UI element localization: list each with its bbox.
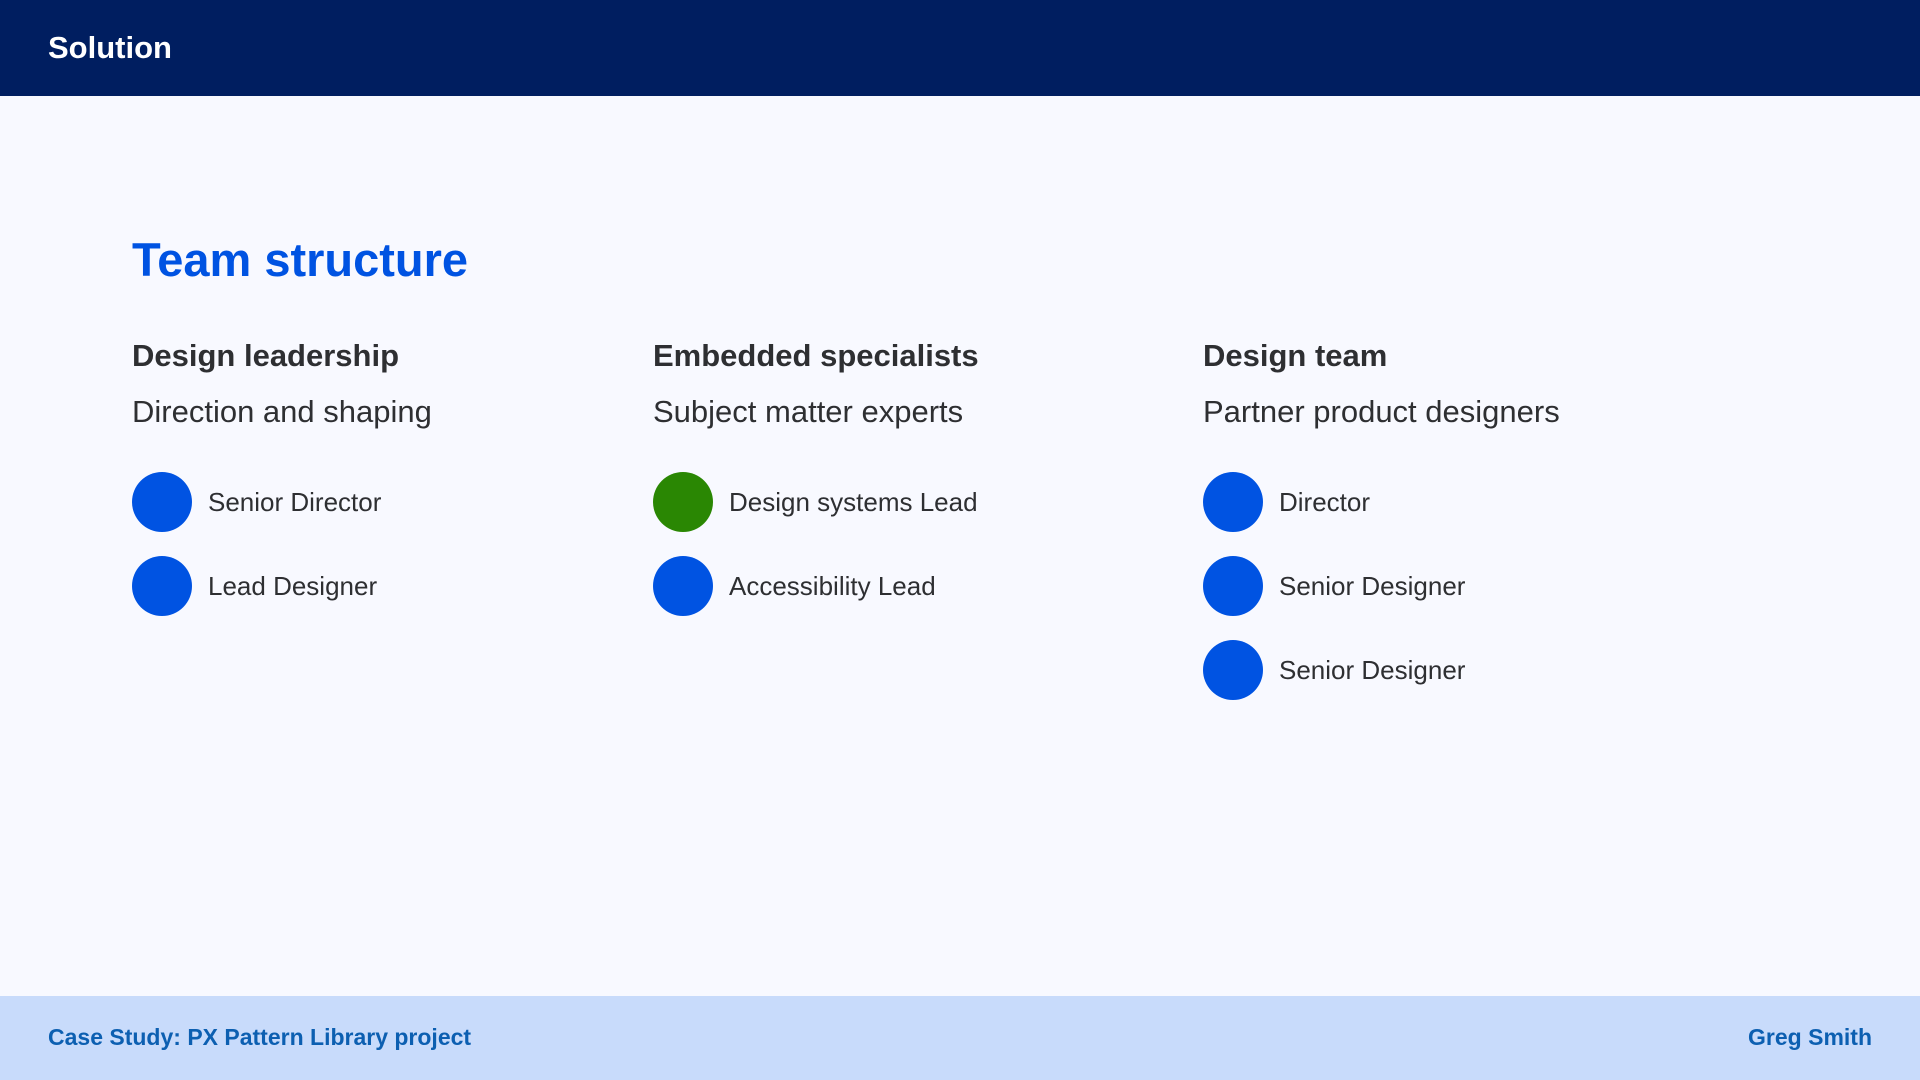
avatar — [1203, 472, 1263, 532]
avatar — [1203, 556, 1263, 616]
list-item: Accessibility Lead — [653, 556, 979, 616]
member-name: Design systems Lead — [729, 487, 978, 517]
list-item: Lead Designer — [132, 556, 432, 616]
avatar — [653, 556, 713, 616]
footer-project-title: Case Study: PX Pattern Library project — [48, 1024, 472, 1050]
page-title: Team structure — [132, 233, 469, 286]
column-subheading: Subject matter experts — [653, 394, 964, 429]
list-item: Senior Designer — [1203, 556, 1560, 616]
member-name: Senior Designer — [1279, 571, 1466, 601]
member-name: Director — [1279, 487, 1371, 517]
avatar — [1203, 640, 1263, 700]
member-list: Director Senior Designer Senior Designer — [1203, 472, 1560, 700]
column-heading: Embedded specialists — [653, 338, 979, 373]
column-design-team: Design team Partner product designers Di… — [1203, 336, 1560, 724]
avatar — [132, 472, 192, 532]
column-heading: Design team — [1203, 338, 1388, 373]
member-name: Senior Designer — [1279, 655, 1466, 685]
column-subheading: Partner product designers — [1203, 394, 1560, 429]
column-design-leadership: Design leadership Direction and shaping … — [132, 336, 432, 640]
footer-bar: Case Study: PX Pattern Library project G… — [0, 996, 1920, 1080]
list-item: Senior Director — [132, 472, 432, 532]
list-item: Director — [1203, 472, 1560, 532]
list-item: Senior Designer — [1203, 640, 1560, 700]
column-embedded-specialists: Embedded specialists Subject matter expe… — [653, 336, 979, 640]
member-name: Senior Director — [208, 487, 382, 517]
member-name: Accessibility Lead — [729, 571, 936, 601]
list-item: Design systems Lead — [653, 472, 979, 532]
footer-author: Greg Smith — [1748, 1024, 1872, 1050]
top-bar: Solution — [0, 0, 1920, 96]
member-name: Lead Designer — [208, 571, 378, 601]
column-heading: Design leadership — [132, 338, 400, 373]
member-list: Design systems Lead Accessibility Lead — [653, 472, 979, 616]
section-title: Solution — [48, 30, 172, 65]
avatar — [653, 472, 713, 532]
avatar — [132, 556, 192, 616]
member-list: Senior Director Lead Designer — [132, 472, 432, 616]
column-subheading: Direction and shaping — [132, 394, 432, 429]
